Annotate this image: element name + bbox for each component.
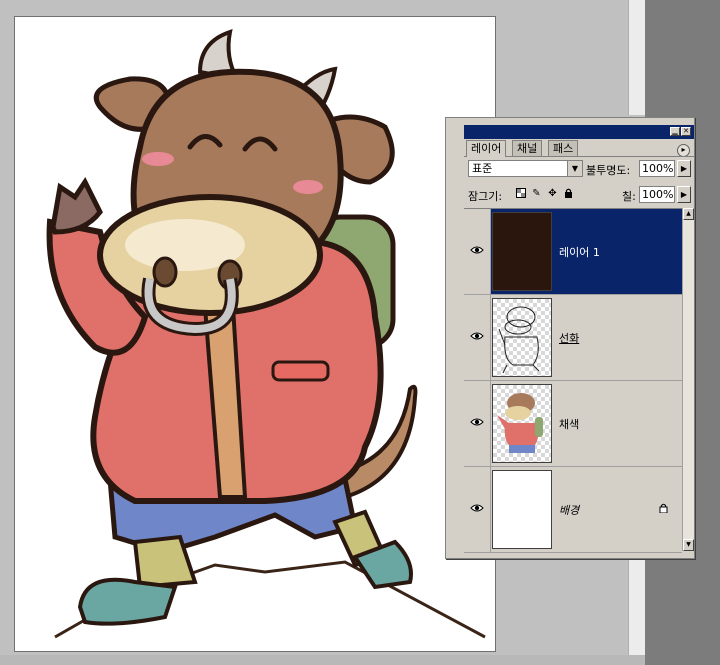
layer-thumbnail [492,212,552,291]
visibility-toggle[interactable] [464,467,491,552]
layer-list: 레이어 1 선화 채색 배경 [464,208,682,553]
tab-paths[interactable]: 패스 [548,140,579,157]
layer-row-color[interactable]: 채색 [464,381,682,467]
layer-name: 레이어 1 [559,246,600,259]
padlock-icon [659,503,668,516]
visibility-toggle[interactable] [464,381,491,466]
layer-thumbnail [492,298,552,377]
visibility-toggle[interactable] [464,209,491,294]
workspace-scroll-strip-lower[interactable] [628,555,646,665]
fill-label: 칠: [622,190,636,203]
layer-name: 선화 [559,332,580,345]
eye-icon [470,418,484,426]
workspace-bottom-edge [0,655,645,665]
workspace-scroll-strip[interactable] [628,0,646,115]
checker-square-icon[interactable] [515,188,526,199]
tab-channels[interactable]: 채널 [512,140,543,157]
layer-row-layer-1[interactable]: 레이어 1 [464,209,682,295]
workspace: ▁ ✕ 레이어 채널 패스 ▸ 표준 ▼ 불투명도: 100% ▶ 잠그기: ✎… [0,0,720,665]
fill-input[interactable]: 100% [639,186,675,203]
layer-name: 배경 [559,504,580,517]
eye-icon [470,332,484,340]
scroll-down-icon[interactable]: ▼ [683,539,694,551]
visibility-toggle[interactable] [464,295,491,380]
layer-row-background[interactable]: 배경 [464,467,682,553]
fill-slider-arrow-icon[interactable]: ▶ [677,186,691,203]
document-canvas[interactable] [14,16,496,652]
layer-row-lineart[interactable]: 선화 [464,295,682,381]
chevron-down-icon[interactable]: ▼ [567,161,582,176]
panel-tabs: 레이어 채널 패스 [466,140,692,157]
color-thumbnail-art [497,393,543,453]
scroll-up-icon[interactable]: ▲ [683,208,694,220]
layers-panel: ▁ ✕ 레이어 채널 패스 ▸ 표준 ▼ 불투명도: 100% ▶ 잠그기: ✎… [445,117,695,559]
layer-name: 채색 [559,418,580,431]
layer-thumbnail [492,384,552,463]
layer-list-scrollbar[interactable]: ▲ ▼ [682,208,694,551]
lock-label: 잠그기: [468,190,503,203]
brush-icon[interactable]: ✎ [531,188,542,199]
eye-icon [470,504,484,512]
opacity-slider-arrow-icon[interactable]: ▶ [677,160,691,177]
blend-mode-select[interactable]: 표준 ▼ [468,160,583,177]
opacity-label: 불투명도: [586,164,631,177]
tab-layers[interactable]: 레이어 [466,140,507,157]
opacity-input[interactable]: 100% [639,160,675,177]
minimize-icon[interactable]: ▁ [670,127,680,136]
panel-titlebar[interactable]: ▁ ✕ [464,125,694,139]
close-icon[interactable]: ✕ [681,127,691,136]
cow-hiker-artwork [46,29,486,639]
lineart-thumbnail-art [498,306,540,374]
padlock-icon[interactable] [563,188,574,199]
eye-icon [470,246,484,254]
layer-thumbnail [492,470,552,549]
move-arrows-icon[interactable]: ✥ [547,188,558,199]
blend-mode-value: 표준 [472,162,493,175]
